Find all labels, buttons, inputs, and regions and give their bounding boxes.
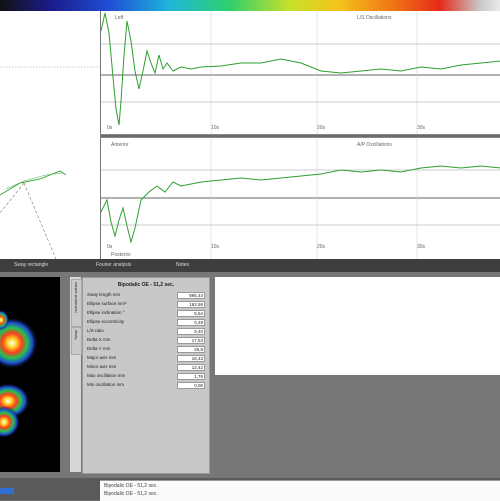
metric-row: Max oscillation mm 1,76 — [87, 373, 205, 381]
ap-oscillation-graph: Anterior A/P Oscillations Posterior 0s 1… — [100, 137, 500, 260]
metric-value: 5,40 — [177, 328, 205, 335]
pressure-heatmap-image — [0, 310, 38, 438]
metric-row: Delta X mm 17,53 — [87, 337, 205, 345]
status-box: Bipodalic OE - 51,2 sec. Bipodalic OE - … — [100, 480, 500, 501]
metric-row: Sway length mm 895,44 — [87, 292, 205, 300]
metric-label: Major axis mm — [87, 355, 117, 360]
status-line-2: Bipodalic OE - 51,2 sec. — [104, 491, 158, 497]
vertical-tab-bar: Numerical values Sway — [70, 277, 82, 472]
metric-row: Ellipse surface mm² 162,56 — [87, 301, 205, 309]
notes-panel[interactable] — [215, 277, 500, 375]
status-indicator — [0, 488, 14, 494]
metric-value: 16,43 — [177, 355, 205, 362]
metric-value: 895,44 — [177, 292, 205, 299]
metric-row: Ellipse inclination ° 5,54 — [87, 310, 205, 318]
metric-row: Delta Y mm 26,8 — [87, 346, 205, 354]
metric-label: Ellipse eccentricity — [87, 319, 125, 324]
metric-row: L/S ratio 5,40 — [87, 328, 205, 336]
metric-value: 26,8 — [177, 346, 205, 353]
tab-sway[interactable]: Sway — [71, 327, 82, 355]
metric-value: 0,49 — [177, 319, 205, 326]
metric-label: Max oscillation mm — [87, 373, 126, 378]
notes-tab[interactable]: Notes — [176, 262, 189, 268]
metric-value: 1,76 — [177, 373, 205, 380]
stabilogram-panel — [0, 11, 101, 260]
pressure-heatmap — [0, 277, 60, 472]
metrics-title: Bipodalic OE - 51,2 sec. — [117, 282, 175, 288]
analysis-toolbar: Sway rectangle Fourier analysis Notes — [0, 259, 500, 272]
metric-row: Major axis mm 16,43 — [87, 355, 205, 363]
ap-oscillation-trace — [101, 138, 500, 260]
metric-value: 17,53 — [177, 337, 205, 344]
tab-label: Sway — [73, 330, 78, 340]
metric-row: Minor axis mm 12,42 — [87, 364, 205, 372]
status-line-1: Bipodalic OE - 51,2 sec. — [104, 483, 158, 489]
metric-row: Ellipse eccentricity 0,49 — [87, 319, 205, 327]
metric-value: 0,00 — [177, 382, 205, 389]
metric-label: Delta Y mm — [87, 346, 111, 351]
tab-label: Numerical values — [73, 282, 78, 313]
metric-label: L/S ratio — [87, 328, 104, 333]
tab-numerical-values[interactable]: Numerical values — [71, 279, 82, 327]
lateral-oscillation-graph: Left L/S Oscillations 0s 10s 20s 30s — [100, 11, 500, 135]
metrics-panel: Bipodalic OE - 51,2 sec. Sway length mm 8… — [82, 277, 210, 474]
metric-label: Ellipse surface mm² — [87, 301, 127, 306]
fourier-analysis-tab[interactable]: Fourier analysis — [96, 262, 131, 268]
stabilogram-plot — [0, 66, 100, 260]
metric-label: Ellipse inclination ° — [87, 310, 125, 315]
metric-label: Min oscillation mm — [87, 382, 125, 387]
sway-rectangle-tab[interactable]: Sway rectangle — [14, 262, 48, 268]
metric-value: 12,42 — [177, 364, 205, 371]
metric-value: 5,54 — [177, 310, 205, 317]
metric-row: Min oscillation mm 0,00 — [87, 382, 205, 390]
color-scale-bar — [0, 0, 500, 11]
metric-label: Minor axis mm — [87, 364, 117, 369]
metric-value: 162,56 — [177, 301, 205, 308]
metric-label: Delta X mm — [87, 337, 111, 342]
lateral-oscillation-trace — [101, 11, 500, 134]
metric-label: Sway length mm — [87, 292, 121, 297]
